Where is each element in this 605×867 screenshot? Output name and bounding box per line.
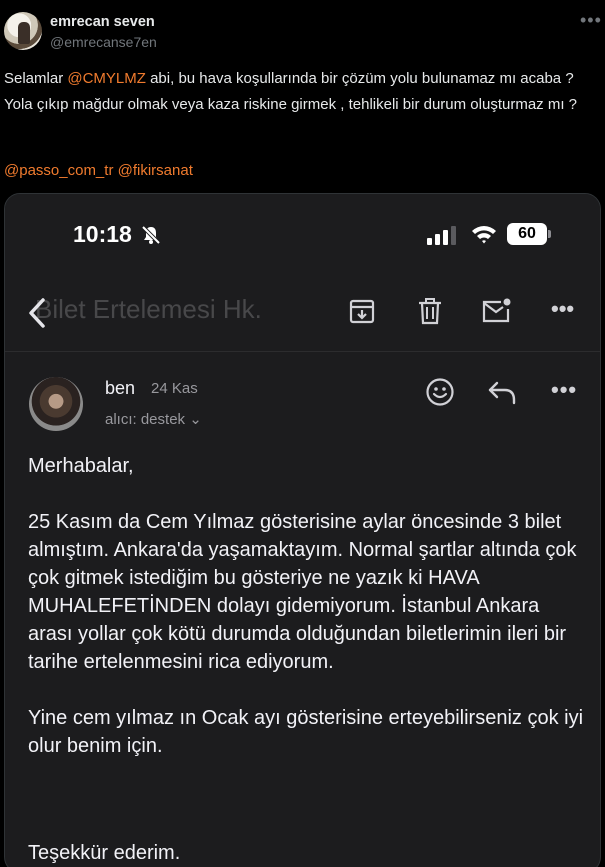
reply-icon[interactable] [487, 380, 517, 406]
phone-status-bar: 10:18 60 [5, 194, 600, 274]
mail-body: Merhabalar, 25 Kasım da Cem Yılmaz göste… [28, 452, 588, 788]
tweet-tags: @passo_com_tr @fikirsanat [4, 158, 193, 184]
mail-toolbar: Bilet Ertelemesi Hk. ••• [5, 274, 600, 352]
recipient-toggle[interactable]: alıcı: destek ⌄ [105, 410, 202, 428]
back-arrow-icon[interactable] [25, 297, 49, 329]
author-name[interactable]: emrecan seven [50, 14, 155, 30]
archive-icon[interactable] [347, 296, 377, 326]
battery-icon: 60 [507, 223, 551, 245]
mail-date: 24 Kas [151, 380, 198, 397]
emoji-reaction-icon[interactable] [425, 377, 455, 407]
mention-link[interactable]: @fikirsanat [118, 162, 193, 179]
sender-avatar[interactable] [29, 377, 83, 431]
message-more-button[interactable]: ••• [551, 377, 577, 403]
tweet-header: emrecan seven @emrecanse7en ••• [0, 0, 605, 60]
status-time: 10:18 [73, 221, 132, 247]
mail-subject: Bilet Ertelemesi Hk. [35, 294, 262, 324]
author-avatar[interactable] [4, 12, 42, 50]
mail-closing: Teşekkür ederim. [28, 842, 181, 864]
tweet-more-button[interactable]: ••• [580, 10, 602, 31]
tweet-text: Selamlar @CMYLMZ abi, bu hava koşulların… [4, 66, 600, 118]
more-actions-button[interactable]: ••• [551, 296, 581, 326]
sender-name[interactable]: ben [105, 378, 135, 399]
mail-paragraph: 25 Kasım da Cem Yılmaz gösterisine aylar… [28, 511, 577, 673]
mention-link[interactable]: @CMYLMZ [67, 70, 146, 87]
cellular-signal-icon [427, 226, 456, 245]
mail-paragraph: Merhabalar, [28, 455, 134, 477]
battery-level: 60 [507, 223, 547, 245]
mention-link[interactable]: @passo_com_tr [4, 162, 113, 179]
mail-paragraph: Yine cem yılmaz ın Ocak ayı gösterisine … [28, 707, 584, 757]
mark-unread-icon[interactable] [481, 296, 511, 326]
tweet-text-part1: Selamlar [4, 70, 68, 87]
trash-icon[interactable] [415, 296, 445, 326]
wifi-icon [472, 226, 496, 244]
author-handle[interactable]: @emrecanse7en [50, 34, 157, 50]
tweet-media-image[interactable]: 10:18 60 Bilet Ertelemesi Hk. ••• ben 24… [4, 193, 601, 867]
bell-muted-icon [141, 225, 161, 245]
